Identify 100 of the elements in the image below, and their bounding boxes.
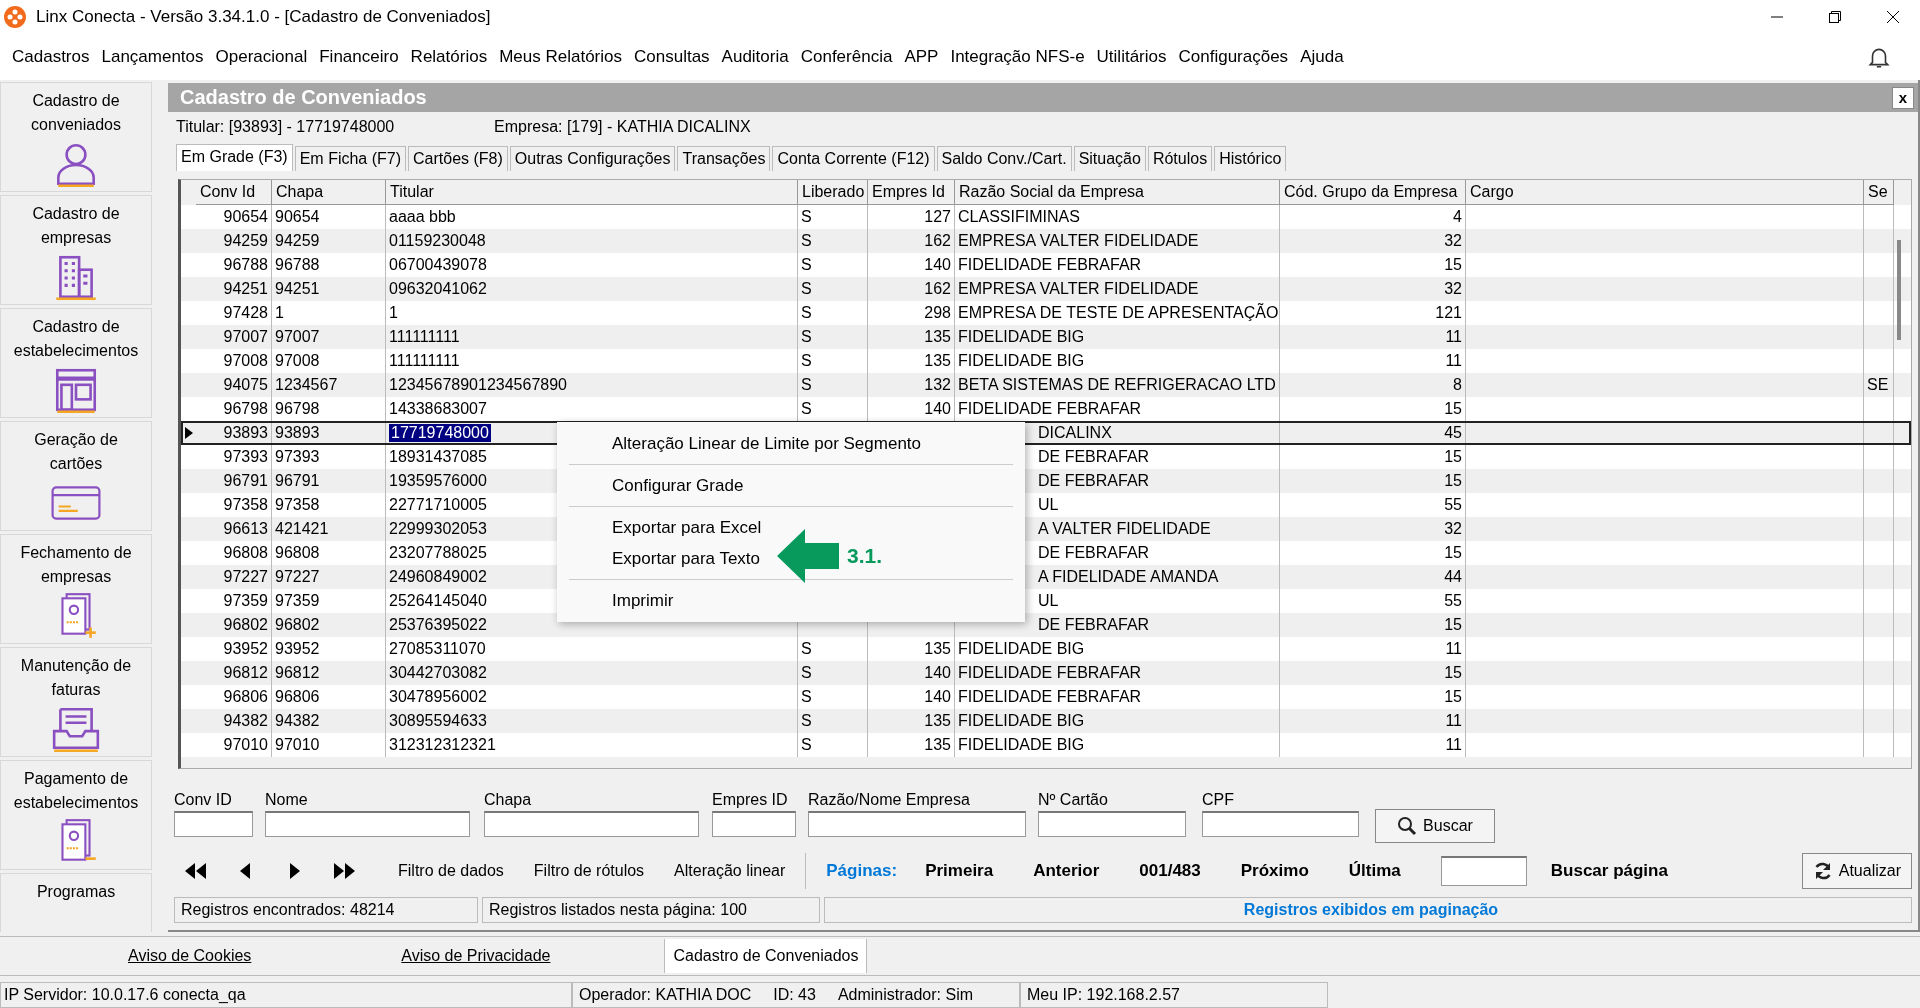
restore-icon[interactable] [1828, 10, 1842, 24]
tab[interactable]: Em Ficha (F7) [294, 146, 407, 171]
input-field[interactable] [265, 811, 470, 837]
table-cell: FIDELIDADE FEBRAFAR [958, 256, 1142, 274]
menu-item[interactable]: Cadastros [12, 47, 90, 67]
page-input[interactable] [1440, 856, 1527, 886]
input-field[interactable] [174, 811, 253, 837]
field-label: Conv ID [174, 791, 233, 810]
menu-item[interactable]: Configurações [1178, 47, 1289, 67]
table-row[interactable]: 97428 1 1 S 298 EMPRESA DE TESTE DE APRESENTAÇÃO 121 [181, 301, 1911, 325]
table-cell: 97393 [223, 448, 268, 466]
table-cell: SE [1867, 376, 1889, 394]
input-field[interactable] [1038, 811, 1186, 837]
table-row[interactable]: 97008 97008 111111111 S 135 FIDELIDADE BIG 11 [181, 349, 1911, 373]
menu-item[interactable]: Integração NFS-e [950, 47, 1085, 67]
table-cell: DICALINX [1038, 424, 1112, 442]
search-button[interactable]: Buscar [1375, 809, 1495, 843]
inbox-tray-icon [50, 706, 102, 752]
table-row[interactable]: 96806 96806 30478956002 S 140 FIDELIDADE FEBRAFAR 15 [181, 685, 1911, 709]
table-cell: 97007 [223, 328, 268, 346]
table-cell: 30442703082 [389, 664, 487, 682]
tab[interactable]: Histórico [1214, 146, 1287, 171]
table-cell: 97227 [275, 568, 320, 586]
table-cell: S [801, 352, 812, 370]
field-label: Chapa [484, 791, 533, 810]
menu-item[interactable]: Consultas [634, 47, 710, 67]
window-tab[interactable]: Cadastro de Conveniados [664, 939, 868, 973]
table-cell: 15 [1444, 448, 1462, 466]
menu-item[interactable]: Conferência [800, 47, 893, 67]
action-link[interactable]: Filtro de dados [398, 862, 504, 880]
go-to-page-link[interactable]: Buscar página [1550, 861, 1668, 881]
table-cell: UL [1038, 496, 1059, 514]
table-row[interactable]: 93952 93952 27085311070 S 135 FIDELIDADE BIG 11 [181, 637, 1911, 661]
sidebar-item[interactable]: Manutenção de faturas [0, 647, 152, 757]
table-cell: S [801, 376, 812, 394]
tab[interactable]: Situação [1073, 146, 1146, 171]
table-cell: 162 [924, 280, 951, 298]
table-cell: DE FEBRAFAR [1038, 544, 1150, 562]
scrollbar-thumb[interactable] [1897, 240, 1901, 340]
table-cell: 8 [1453, 376, 1462, 394]
menu-item[interactable]: APP [904, 47, 939, 67]
arrow-icon [777, 529, 839, 583]
menu-item[interactable]: Auditoria [721, 47, 789, 67]
sidebar-item[interactable]: Cadastro de empresas [0, 195, 152, 305]
tab[interactable]: Transações [677, 146, 771, 171]
table-row[interactable]: 90654 90654 aaaa bbb S 127 CLASSIFIMINAS 4 [181, 205, 1911, 229]
table-cell: 30478956002 [389, 688, 487, 706]
tab[interactable]: Rótulos [1147, 146, 1213, 171]
last-page-link[interactable]: Última [1348, 861, 1401, 881]
table-cell: FIDELIDADE BIG [958, 712, 1085, 730]
action-link[interactable]: Alteração linear [674, 862, 786, 880]
table-row[interactable]: 96788 96788 06700439078 S 140 FIDELIDADE FEBRAFAR 15 [181, 253, 1911, 277]
status-text: Meu IP: 192.168.2.57 [1020, 982, 1328, 1008]
search-icon [1397, 816, 1418, 836]
menu-item[interactable]: Operacional [215, 47, 308, 67]
menu-item[interactable]: Meus Relatórios [499, 47, 622, 67]
menu-item[interactable]: Lançamentos [101, 47, 204, 67]
menu-item[interactable]: Ajuda [1300, 47, 1344, 67]
table-cell: EMPRESA VALTER FIDELIDADE [958, 280, 1199, 298]
close-button[interactable]: x [1892, 86, 1914, 109]
tab[interactable]: Outras Configurações [509, 146, 676, 171]
sidebar-item[interactable]: Cadastro de estabelecimentos [0, 308, 152, 418]
menu-item[interactable]: Financeiro [319, 47, 399, 67]
input-field[interactable] [712, 811, 796, 837]
sidebar-item[interactable]: Geração de cartões [0, 421, 152, 531]
sidebar-item[interactable]: Cadastro de conveniados [0, 82, 152, 192]
input-field[interactable] [484, 811, 699, 837]
refresh-button[interactable]: Atualizar [1801, 853, 1912, 889]
first-page-link[interactable]: Primeira [925, 861, 994, 881]
action-link[interactable]: Filtro de rótulos [533, 862, 645, 880]
input-field[interactable] [1202, 811, 1359, 837]
input-field[interactable] [808, 811, 1026, 837]
table-row[interactable]: 96798 96798 14338683007 S 140 FIDELIDADE FEBRAFAR 15 [181, 397, 1911, 421]
table-cell: 15 [1444, 400, 1462, 418]
footer-link[interactable]: Aviso de Privacidade [401, 947, 551, 965]
table-cell: 97428 [223, 304, 268, 322]
close-icon[interactable] [1886, 10, 1900, 24]
table-cell: EMPRESA VALTER FIDELIDADE [958, 232, 1199, 250]
table-row[interactable]: 97010 97010 312312312321 S 135 FIDELIDADE BIG 11 [181, 733, 1911, 757]
menu-item[interactable]: Relatórios [410, 47, 488, 67]
menu-item[interactable]: Utilitários [1096, 47, 1167, 67]
tab[interactable]: Saldo Conv./Cart. [936, 146, 1072, 171]
table-cell: 94075 [223, 376, 268, 394]
tab[interactable]: Conta Corrente (F12) [772, 146, 935, 171]
table-cell: 55 [1444, 592, 1462, 610]
table-cell: 127 [924, 208, 951, 226]
window-title: Linx Conecta - Versão 3.34.1.0 - [Cadastro de Conveniados] [36, 7, 491, 27]
table-cell: S [801, 688, 812, 706]
table-cell: 32 [1444, 232, 1462, 250]
sidebar-item[interactable]: Fechamento de empresas [0, 534, 152, 644]
table-cell: 22771710005 [389, 496, 487, 514]
table-cell: 11 [1445, 352, 1462, 370]
tab[interactable]: Cartões (F8) [408, 146, 508, 171]
table-cell: 96791 [223, 472, 268, 490]
footer-link[interactable]: Aviso de Cookies [128, 947, 252, 965]
tab[interactable]: Em Grade (F3) [176, 144, 293, 171]
sidebar-item[interactable]: Pagamento de estabelecimentos [0, 760, 152, 870]
sidebar-item[interactable]: Programas [0, 873, 152, 932]
next-page-link[interactable]: Próximo [1240, 861, 1309, 881]
previous-page-link[interactable]: Anterior [1033, 861, 1100, 881]
